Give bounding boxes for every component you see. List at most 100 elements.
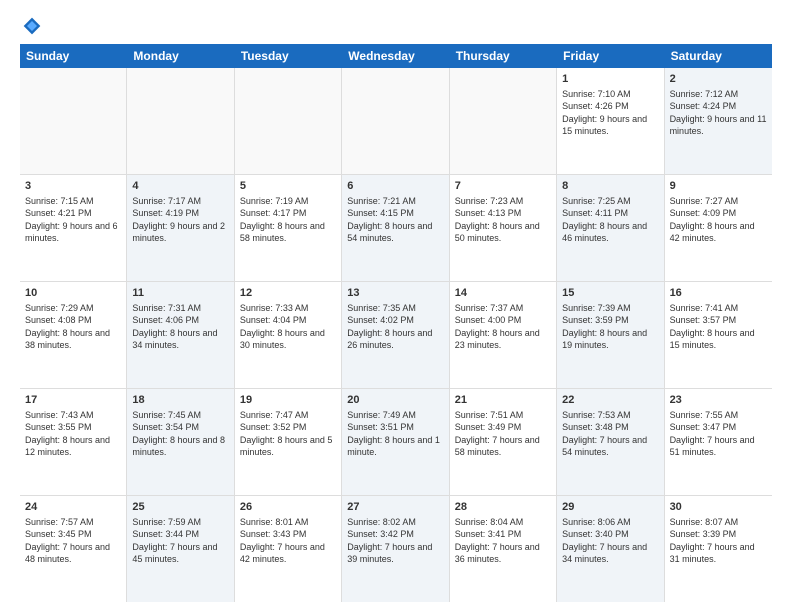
day-number: 27 — [347, 500, 443, 514]
day-cell-9: 9 Sunrise: 7:27 AM Sunset: 4:09 PM Daylig… — [665, 175, 772, 281]
day-info: Sunrise: 7:37 AM Sunset: 4:00 PM Dayligh… — [455, 302, 551, 351]
day-number: 23 — [670, 393, 767, 407]
day-info: Sunrise: 8:01 AM Sunset: 3:43 PM Dayligh… — [240, 516, 336, 565]
day-number: 7 — [455, 179, 551, 193]
day-number: 26 — [240, 500, 336, 514]
day-info: Sunrise: 7:12 AM Sunset: 4:24 PM Dayligh… — [670, 88, 767, 137]
day-cell-27: 27 Sunrise: 8:02 AM Sunset: 3:42 PM Dayli… — [342, 496, 449, 602]
day-number: 22 — [562, 393, 658, 407]
day-info: Sunrise: 7:31 AM Sunset: 4:06 PM Dayligh… — [132, 302, 228, 351]
logo — [20, 16, 42, 36]
day-number: 28 — [455, 500, 551, 514]
day-info: Sunrise: 8:06 AM Sunset: 3:40 PM Dayligh… — [562, 516, 658, 565]
day-cell-20: 20 Sunrise: 7:49 AM Sunset: 3:51 PM Dayli… — [342, 389, 449, 495]
empty-cell-0-0 — [20, 68, 127, 174]
day-cell-10: 10 Sunrise: 7:29 AM Sunset: 4:08 PM Dayli… — [20, 282, 127, 388]
day-cell-23: 23 Sunrise: 7:55 AM Sunset: 3:47 PM Dayli… — [665, 389, 772, 495]
day-cell-15: 15 Sunrise: 7:39 AM Sunset: 3:59 PM Dayli… — [557, 282, 664, 388]
day-number: 10 — [25, 286, 121, 300]
calendar-body: 1 Sunrise: 7:10 AM Sunset: 4:26 PM Daylig… — [20, 68, 772, 602]
empty-cell-0-2 — [235, 68, 342, 174]
header-day-monday: Monday — [127, 44, 234, 68]
day-number: 17 — [25, 393, 121, 407]
day-info: Sunrise: 7:33 AM Sunset: 4:04 PM Dayligh… — [240, 302, 336, 351]
day-info: Sunrise: 7:53 AM Sunset: 3:48 PM Dayligh… — [562, 409, 658, 458]
day-cell-19: 19 Sunrise: 7:47 AM Sunset: 3:52 PM Dayli… — [235, 389, 342, 495]
day-info: Sunrise: 7:49 AM Sunset: 3:51 PM Dayligh… — [347, 409, 443, 458]
calendar-row-2: 10 Sunrise: 7:29 AM Sunset: 4:08 PM Dayli… — [20, 282, 772, 389]
day-number: 6 — [347, 179, 443, 193]
day-info: Sunrise: 7:25 AM Sunset: 4:11 PM Dayligh… — [562, 195, 658, 244]
day-cell-22: 22 Sunrise: 7:53 AM Sunset: 3:48 PM Dayli… — [557, 389, 664, 495]
day-info: Sunrise: 7:15 AM Sunset: 4:21 PM Dayligh… — [25, 195, 121, 244]
day-number: 20 — [347, 393, 443, 407]
day-info: Sunrise: 7:10 AM Sunset: 4:26 PM Dayligh… — [562, 88, 658, 137]
calendar-row-4: 24 Sunrise: 7:57 AM Sunset: 3:45 PM Dayli… — [20, 496, 772, 602]
empty-cell-0-1 — [127, 68, 234, 174]
header-day-wednesday: Wednesday — [342, 44, 449, 68]
header-day-saturday: Saturday — [665, 44, 772, 68]
day-number: 8 — [562, 179, 658, 193]
header — [20, 16, 772, 36]
calendar-row-1: 3 Sunrise: 7:15 AM Sunset: 4:21 PM Daylig… — [20, 175, 772, 282]
day-cell-8: 8 Sunrise: 7:25 AM Sunset: 4:11 PM Daylig… — [557, 175, 664, 281]
day-info: Sunrise: 7:45 AM Sunset: 3:54 PM Dayligh… — [132, 409, 228, 458]
day-info: Sunrise: 7:57 AM Sunset: 3:45 PM Dayligh… — [25, 516, 121, 565]
day-cell-30: 30Sunrise: 8:07 AM Sunset: 3:39 PM Dayli… — [665, 496, 772, 602]
day-info: Sunrise: 8:04 AM Sunset: 3:41 PM Dayligh… — [455, 516, 551, 565]
day-number: 1 — [562, 72, 658, 86]
day-info: Sunrise: 8:02 AM Sunset: 3:42 PM Dayligh… — [347, 516, 443, 565]
day-cell-14: 14 Sunrise: 7:37 AM Sunset: 4:00 PM Dayli… — [450, 282, 557, 388]
header-day-thursday: Thursday — [450, 44, 557, 68]
day-info: Sunrise: 7:41 AM Sunset: 3:57 PM Dayligh… — [670, 302, 767, 351]
day-number: 24 — [25, 500, 121, 514]
calendar: SundayMondayTuesdayWednesdayThursdayFrid… — [20, 44, 772, 602]
day-number: 3 — [25, 179, 121, 193]
day-info: Sunrise: 7:39 AM Sunset: 3:59 PM Dayligh… — [562, 302, 658, 351]
day-info: Sunrise: 7:27 AM Sunset: 4:09 PM Dayligh… — [670, 195, 767, 244]
header-day-tuesday: Tuesday — [235, 44, 342, 68]
day-cell-7: 7 Sunrise: 7:23 AM Sunset: 4:13 PM Daylig… — [450, 175, 557, 281]
day-number: 11 — [132, 286, 228, 300]
day-info: Sunrise: 8:07 AM Sunset: 3:39 PM Dayligh… — [670, 516, 767, 565]
day-info: Sunrise: 7:55 AM Sunset: 3:47 PM Dayligh… — [670, 409, 767, 458]
day-cell-4: 4 Sunrise: 7:17 AM Sunset: 4:19 PM Daylig… — [127, 175, 234, 281]
calendar-header: SundayMondayTuesdayWednesdayThursdayFrid… — [20, 44, 772, 68]
day-cell-3: 3 Sunrise: 7:15 AM Sunset: 4:21 PM Daylig… — [20, 175, 127, 281]
day-number: 14 — [455, 286, 551, 300]
day-info: Sunrise: 7:47 AM Sunset: 3:52 PM Dayligh… — [240, 409, 336, 458]
header-day-sunday: Sunday — [20, 44, 127, 68]
day-info: Sunrise: 7:43 AM Sunset: 3:55 PM Dayligh… — [25, 409, 121, 458]
day-info: Sunrise: 7:51 AM Sunset: 3:49 PM Dayligh… — [455, 409, 551, 458]
day-cell-2: 2 Sunrise: 7:12 AM Sunset: 4:24 PM Daylig… — [665, 68, 772, 174]
day-info: Sunrise: 7:59 AM Sunset: 3:44 PM Dayligh… — [132, 516, 228, 565]
day-info: Sunrise: 7:21 AM Sunset: 4:15 PM Dayligh… — [347, 195, 443, 244]
calendar-row-3: 17 Sunrise: 7:43 AM Sunset: 3:55 PM Dayli… — [20, 389, 772, 496]
day-number: 5 — [240, 179, 336, 193]
day-number: 16 — [670, 286, 767, 300]
day-number: 4 — [132, 179, 228, 193]
day-info: Sunrise: 7:23 AM Sunset: 4:13 PM Dayligh… — [455, 195, 551, 244]
day-number: 15 — [562, 286, 658, 300]
day-cell-6: 6 Sunrise: 7:21 AM Sunset: 4:15 PM Daylig… — [342, 175, 449, 281]
day-cell-26: 26 Sunrise: 8:01 AM Sunset: 3:43 PM Dayli… — [235, 496, 342, 602]
header-day-friday: Friday — [557, 44, 664, 68]
day-number: 19 — [240, 393, 336, 407]
day-cell-16: 16 Sunrise: 7:41 AM Sunset: 3:57 PM Dayli… — [665, 282, 772, 388]
day-cell-21: 21 Sunrise: 7:51 AM Sunset: 3:49 PM Dayli… — [450, 389, 557, 495]
day-number: 9 — [670, 179, 767, 193]
day-cell-11: 11 Sunrise: 7:31 AM Sunset: 4:06 PM Dayli… — [127, 282, 234, 388]
day-number: 25 — [132, 500, 228, 514]
day-number: 12 — [240, 286, 336, 300]
day-number: 18 — [132, 393, 228, 407]
calendar-row-0: 1 Sunrise: 7:10 AM Sunset: 4:26 PM Daylig… — [20, 68, 772, 175]
day-info: Sunrise: 7:17 AM Sunset: 4:19 PM Dayligh… — [132, 195, 228, 244]
day-cell-13: 13Sunrise: 7:35 AM Sunset: 4:02 PM Dayli… — [342, 282, 449, 388]
day-cell-29: 29Sunrise: 8:06 AM Sunset: 3:40 PM Dayli… — [557, 496, 664, 602]
day-info: Sunrise: 7:29 AM Sunset: 4:08 PM Dayligh… — [25, 302, 121, 351]
page: SundayMondayTuesdayWednesdayThursdayFrid… — [0, 0, 792, 612]
day-cell-28: 28 Sunrise: 8:04 AM Sunset: 3:41 PM Dayli… — [450, 496, 557, 602]
day-number: 2 — [670, 72, 767, 86]
day-number: 21 — [455, 393, 551, 407]
day-cell-25: 25 Sunrise: 7:59 AM Sunset: 3:44 PM Dayli… — [127, 496, 234, 602]
